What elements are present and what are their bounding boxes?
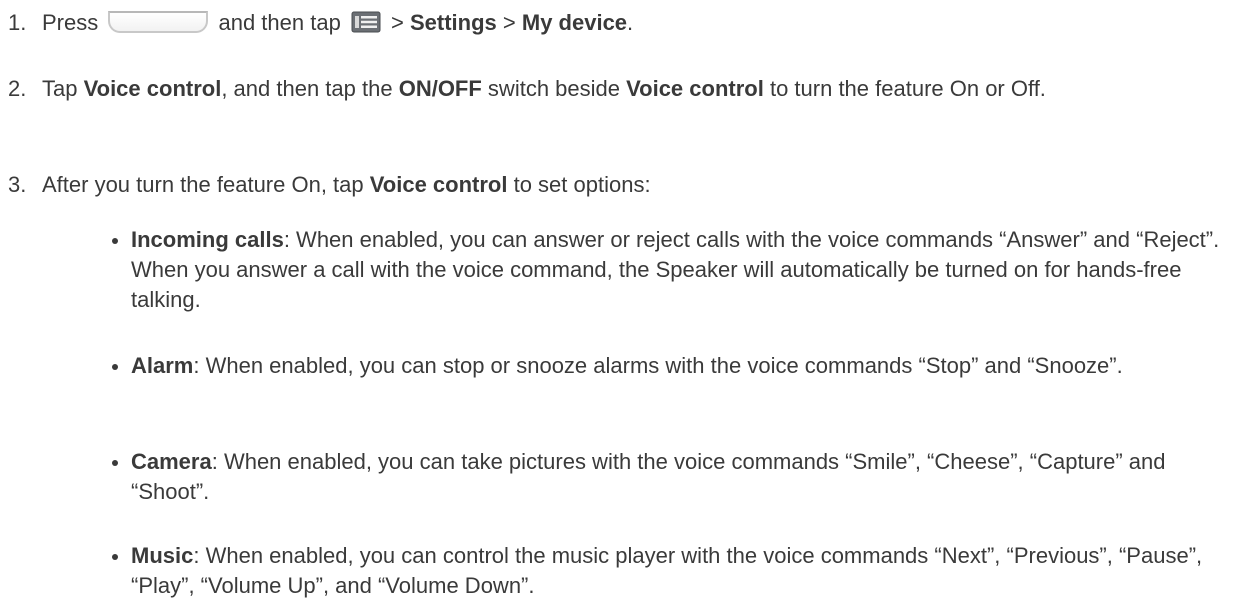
- step-text: and then tap: [212, 10, 347, 35]
- voice-control-label: Voice control: [369, 172, 508, 197]
- step-text: Tap: [42, 76, 84, 101]
- settings-label: Settings: [410, 10, 497, 35]
- menu-key-icon: [351, 11, 381, 33]
- option-description: : When enabled, you can take pictures wi…: [131, 449, 1166, 504]
- list-item-music: Music: When enabled, you can control the…: [112, 541, 1231, 601]
- step-text: After you turn the feature On, tap: [42, 172, 370, 197]
- step-2: 2. Tap Voice control, and then tap the O…: [0, 74, 1256, 104]
- voice-control-label: Voice control: [626, 76, 764, 101]
- step-text: .: [627, 10, 634, 35]
- bullet-dot: [112, 364, 118, 370]
- step-text: >: [384, 10, 410, 35]
- step-number: 3.: [8, 172, 27, 197]
- step-text: to turn the feature On or Off.: [763, 76, 1046, 101]
- option-description: : When enabled, you can answer or reject…: [131, 227, 1220, 312]
- step-number: 2.: [8, 76, 27, 101]
- voice-control-label: Voice control: [83, 76, 222, 101]
- option-term: Music: [131, 543, 194, 568]
- step-text: , and then tap the: [221, 76, 399, 101]
- on-off-label: ON/OFF: [398, 76, 482, 101]
- my-device-label: My device: [521, 10, 628, 35]
- option-term: Incoming calls: [131, 227, 284, 252]
- list-item-camera: Camera: When enabled, you can take pictu…: [112, 447, 1231, 507]
- option-description: : When enabled, you can control the musi…: [131, 543, 1203, 598]
- step-3: 3. After you turn the feature On, tap Vo…: [0, 170, 671, 200]
- option-term: Camera: [131, 449, 212, 474]
- bullet-dot: [112, 460, 118, 466]
- step-text: >: [496, 10, 522, 35]
- option-description: : When enabled, you can stop or snooze a…: [193, 353, 1123, 378]
- bullet-dot: [112, 554, 118, 560]
- step-1: 1. Press and then tap > Settings > My de…: [0, 8, 653, 38]
- step-number: 1.: [8, 10, 27, 35]
- list-item-incoming-calls: Incoming calls: When enabled, you can an…: [112, 225, 1231, 315]
- home-key-icon: [108, 11, 209, 33]
- step-text: Press: [42, 10, 105, 35]
- step-text: switch beside: [481, 76, 627, 101]
- bullet-dot: [112, 238, 118, 244]
- option-term: Alarm: [131, 353, 194, 378]
- list-item-alarm: Alarm: When enabled, you can stop or sno…: [112, 351, 1231, 381]
- step-text: to set options:: [507, 172, 651, 197]
